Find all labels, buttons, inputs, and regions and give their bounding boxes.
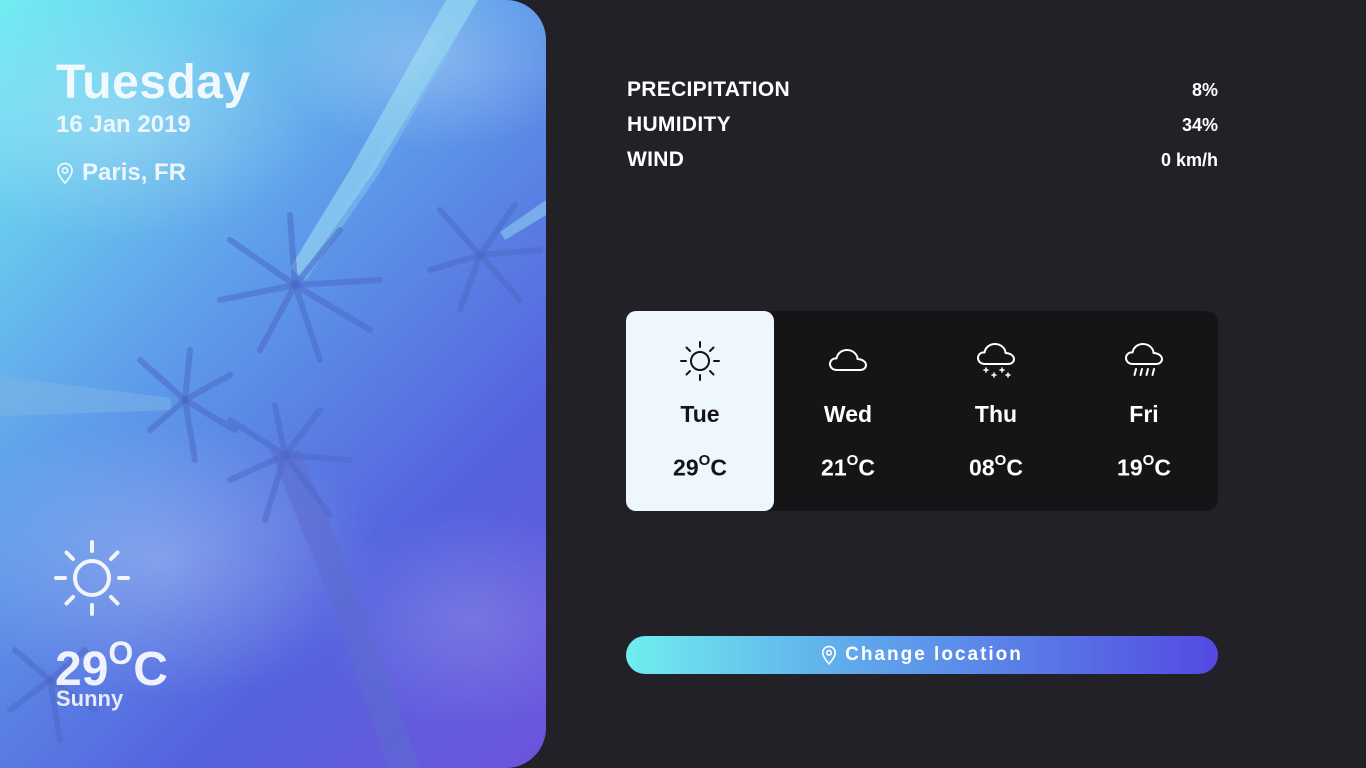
temperature-unit: C	[1006, 454, 1023, 481]
current-condition: Sunny	[56, 686, 124, 711]
forecast-temperature-value: 29	[673, 454, 699, 481]
weather-stats: PRECIPITATION 8% HUMIDITY 34% WIND 0 km/…	[627, 78, 1218, 183]
temperature-unit: C	[858, 454, 875, 481]
change-location-button[interactable]: Change location	[626, 636, 1218, 674]
forecast-day-tue[interactable]: Tue 29OC	[626, 311, 774, 511]
stat-label: HUMIDITY	[627, 113, 731, 136]
change-location-label: Change location	[845, 644, 1023, 665]
cloud-icon	[829, 349, 867, 371]
forecast-day-fri[interactable]: Fri 19OC	[1070, 311, 1218, 511]
degree-sign: O	[698, 452, 711, 469]
stat-value: 34%	[1181, 115, 1218, 135]
current-day-name: Tuesday	[56, 56, 251, 109]
stat-label: WIND	[627, 148, 685, 171]
degree-sign: O	[846, 452, 859, 469]
weather-hero-panel: Tuesday 16 Jan 2019 Paris, FR 29OC Sunny	[0, 0, 546, 768]
sun-icon	[54, 540, 130, 616]
stat-value: 0 km/h	[1160, 150, 1218, 170]
location-label: Paris, FR	[82, 159, 187, 186]
forecast-temperature: 19OC	[1070, 452, 1218, 482]
stat-precipitation: PRECIPITATION 8%	[627, 78, 1218, 113]
map-pin-icon	[822, 645, 837, 665]
forecast-day-name: Thu	[974, 401, 1018, 427]
stat-label: PRECIPITATION	[627, 78, 790, 101]
weekly-forecast: Tue 29OC Wed 21OC Thu 08OC Fri 19OC	[626, 311, 1218, 511]
stat-value: 8%	[1191, 80, 1218, 100]
forecast-day-thu[interactable]: Thu 08OC	[922, 311, 1070, 511]
forecast-day-wed[interactable]: Wed 21OC	[774, 311, 922, 511]
forecast-temperature: 21OC	[774, 452, 922, 482]
rain-cloud-icon	[1125, 343, 1163, 376]
forecast-temperature-value: 19	[1117, 454, 1143, 481]
forecast-temperature-value: 21	[821, 454, 847, 481]
temperature-unit: C	[710, 454, 727, 481]
current-date: 16 Jan 2019	[56, 111, 191, 138]
forecast-day-name: Tue	[680, 401, 720, 427]
forecast-temperature: 29OC	[626, 452, 774, 482]
temperature-unit: C	[133, 643, 168, 696]
current-location: Paris, FR	[56, 158, 186, 188]
degree-sign: O	[108, 635, 134, 671]
forecast-day-name: Fri	[1129, 401, 1159, 427]
sun-icon	[680, 341, 720, 381]
stat-humidity: HUMIDITY 34%	[627, 113, 1218, 148]
forecast-day-name: Wed	[823, 401, 873, 427]
temperature-unit: C	[1154, 454, 1171, 481]
map-pin-icon	[57, 162, 73, 184]
forecast-temperature: 08OC	[922, 452, 1070, 482]
degree-sign: O	[994, 452, 1007, 469]
weather-app: Tuesday 16 Jan 2019 Paris, FR 29OC Sunny…	[0, 0, 1366, 768]
stat-wind: WIND 0 km/h	[627, 148, 1218, 183]
snow-cloud-icon	[977, 343, 1015, 378]
forecast-temperature-value: 08	[969, 454, 995, 481]
degree-sign: O	[1142, 452, 1155, 469]
hero-content: Tuesday 16 Jan 2019 Paris, FR 29OC Sunny	[0, 0, 546, 768]
